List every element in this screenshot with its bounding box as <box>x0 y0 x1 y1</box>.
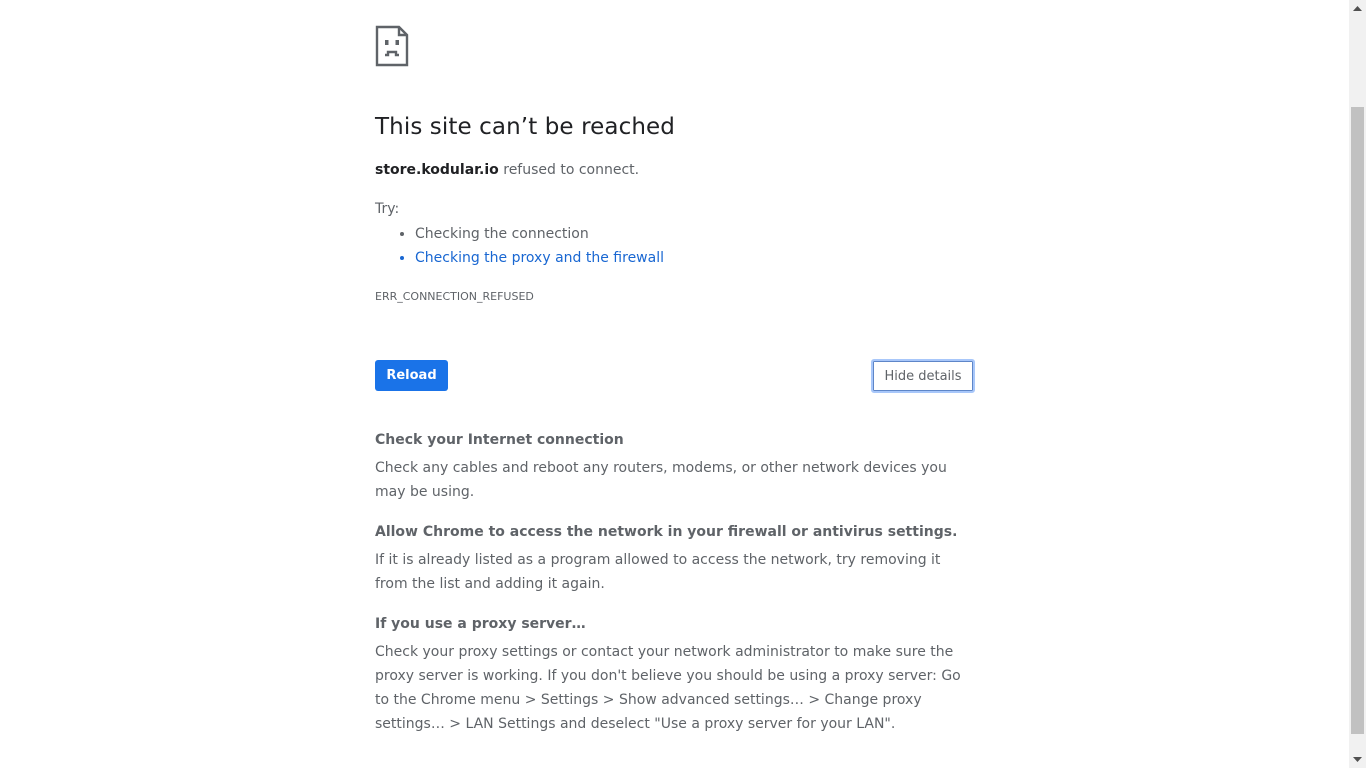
error-summary: store.kodular.io refused to connect. <box>375 162 639 178</box>
detail-body: Check any cables and reboot any routers,… <box>375 460 947 500</box>
hide-details-button[interactable]: Hide details <box>871 359 975 393</box>
detail-body: Check your proxy settings or contact you… <box>375 644 961 732</box>
detail-section-firewall: Allow Chrome to access the network in yo… <box>375 520 975 596</box>
try-label: Try: <box>375 201 400 217</box>
reload-button[interactable]: Reload <box>375 360 448 391</box>
vertical-scrollbar[interactable] <box>1349 0 1366 768</box>
error-code: ERR_CONNECTION_REFUSED <box>375 290 534 303</box>
detail-heading: If you use a proxy server… <box>375 616 586 632</box>
suggestion-check-connection: Checking the connection <box>415 222 664 246</box>
detail-heading: Allow Chrome to access the network in yo… <box>375 524 958 540</box>
scrollbar-thumb[interactable] <box>1351 107 1364 734</box>
details-panel: Check your Internet connection Check any… <box>375 428 975 752</box>
chevron-up-icon[interactable] <box>1349 0 1366 17</box>
detail-heading: Check your Internet connection <box>375 432 624 448</box>
detail-section-proxy: If you use a proxy server… Check your pr… <box>375 612 975 736</box>
error-summary-text: refused to connect. <box>498 162 640 178</box>
detail-body: If it is already listed as a program all… <box>375 552 941 592</box>
page-viewport: This site can’t be reached store.kodular… <box>0 0 1349 768</box>
page-title: This site can’t be reached <box>375 114 675 140</box>
detail-section-internet: Check your Internet connection Check any… <box>375 428 975 504</box>
suggestions-list: Checking the connection Checking the pro… <box>375 222 664 270</box>
sad-page-icon <box>375 25 409 67</box>
suggestion-check-proxy-link[interactable]: Checking the proxy and the firewall <box>415 246 664 270</box>
host-name: store.kodular.io <box>375 162 499 178</box>
chevron-down-icon[interactable] <box>1349 751 1366 768</box>
